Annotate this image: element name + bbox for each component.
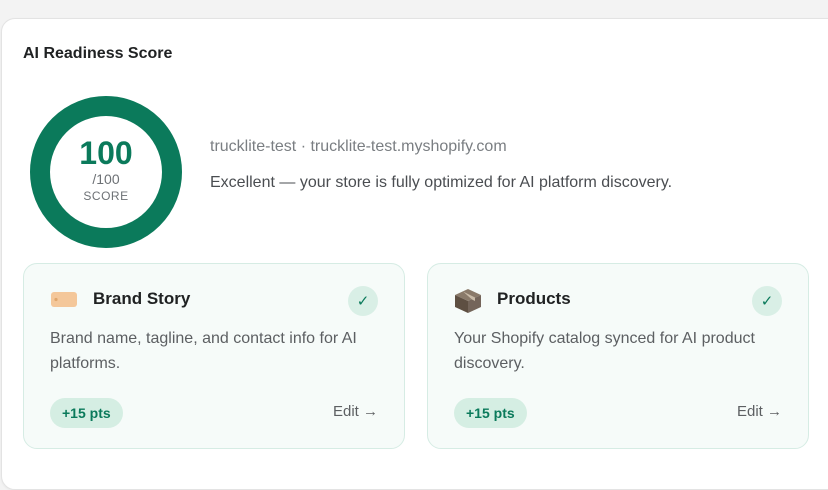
brand-tag-icon <box>50 288 78 310</box>
products-tile: Products ✓ Your Shopify catalog synced f… <box>427 263 809 449</box>
score-status-message: Excellent — your store is fully optimize… <box>210 174 673 191</box>
brand-story-title: Brand Story <box>93 289 191 308</box>
store-name-domain: trucklite-test · trucklite-test.myshopif… <box>210 138 507 155</box>
brand-story-description: Brand name, tagline, and contact info fo… <box>50 330 357 372</box>
card-title: AI Readiness Score <box>23 45 173 62</box>
ai-readiness-card: AI Readiness Score 100 /100 SCORE truckl… <box>1 18 828 490</box>
score-ring: 100 /100 SCORE <box>30 96 182 248</box>
products-points-badge: +15 pts <box>454 398 527 428</box>
check-icon: ✓ <box>348 286 378 316</box>
score-max: /100 <box>92 171 120 187</box>
brand-story-tile: Brand Story ✓ Brand name, tagline, and c… <box>23 263 405 449</box>
package-box-icon <box>454 288 482 313</box>
products-description: Your Shopify catalog synced for AI produ… <box>454 330 755 372</box>
score-label: SCORE <box>83 189 129 203</box>
check-icon: ✓ <box>752 286 782 316</box>
score-value: 100 <box>79 135 133 171</box>
products-title: Products <box>497 289 571 308</box>
brand-story-points-badge: +15 pts <box>50 398 123 428</box>
brand-story-edit-link[interactable]: Edit → <box>333 403 378 420</box>
products-edit-link[interactable]: Edit → <box>737 403 782 420</box>
